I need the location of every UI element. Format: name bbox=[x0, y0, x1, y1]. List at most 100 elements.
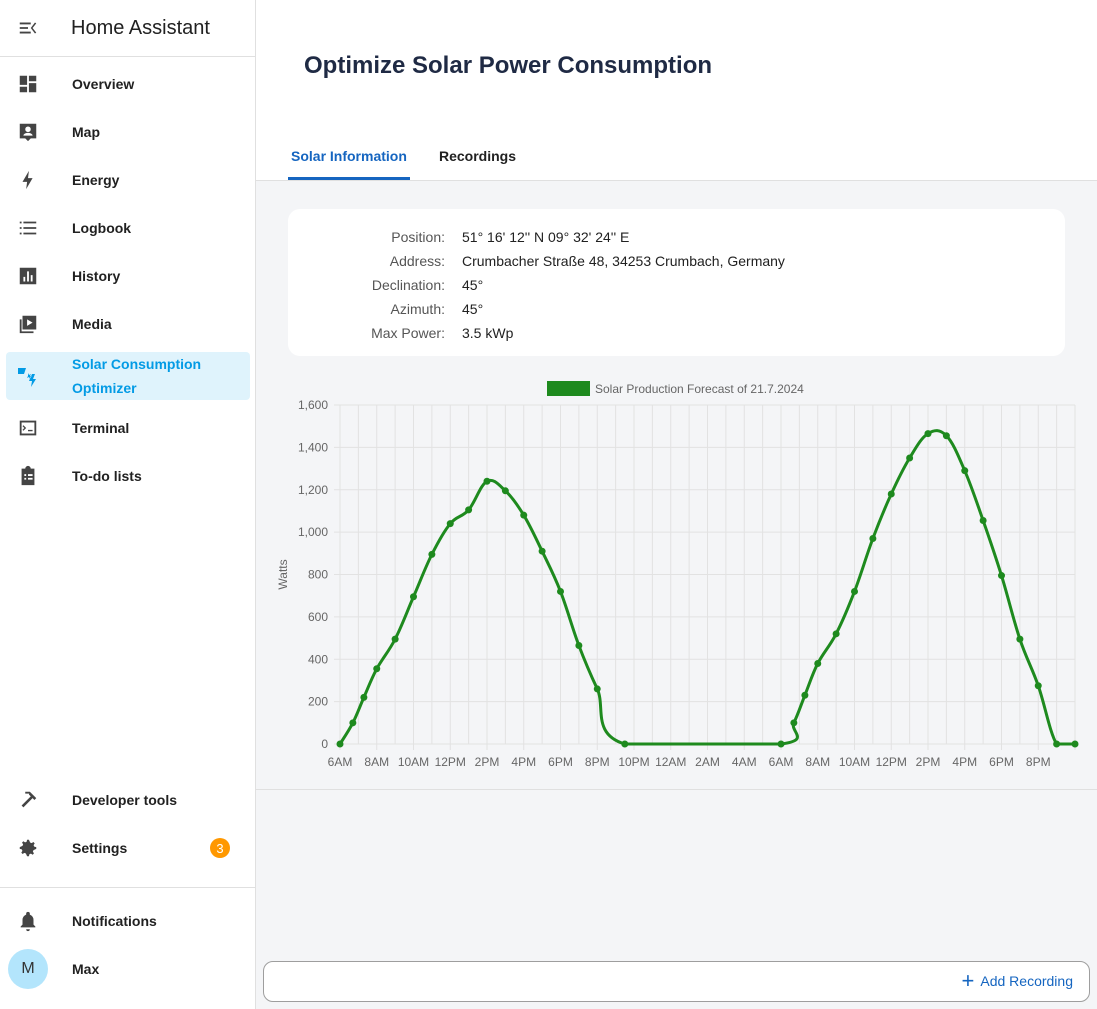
data-point bbox=[851, 587, 858, 595]
data-point bbox=[428, 550, 436, 558]
data-point bbox=[924, 430, 932, 438]
chart-divider bbox=[256, 789, 1097, 790]
sidebar-header: Home Assistant bbox=[0, 0, 255, 57]
x-tick-label: 6AM bbox=[328, 755, 353, 769]
x-tick-label: 8PM bbox=[585, 755, 610, 769]
solar-optimizer-icon bbox=[6, 364, 50, 388]
terminal-icon bbox=[6, 417, 50, 439]
data-point bbox=[906, 454, 914, 462]
sidebar-item-label: Notifications bbox=[72, 913, 157, 929]
tab-solar-information[interactable]: Solar Information bbox=[291, 148, 407, 164]
sidebar-item-notifications[interactable]: Notifications bbox=[6, 897, 250, 945]
menu-toggle-button[interactable] bbox=[0, 0, 56, 57]
data-point bbox=[869, 534, 877, 542]
sidebar-item-label: Terminal bbox=[72, 420, 130, 436]
info-row-address: Address: Crumbacher Straße 48, 34253 Cru… bbox=[288, 249, 785, 273]
x-tick-label: 6PM bbox=[548, 755, 573, 769]
x-tick-label: 2AM bbox=[695, 755, 720, 769]
x-tick-label: 12AM bbox=[655, 755, 686, 769]
x-tick-label: 4AM bbox=[732, 755, 757, 769]
data-point bbox=[801, 691, 809, 699]
data-point bbox=[360, 693, 368, 701]
avatar: M bbox=[8, 949, 48, 989]
sidebar-item-label: Settings bbox=[72, 840, 128, 856]
y-tick-label: 800 bbox=[308, 568, 328, 582]
sidebar-item-energy[interactable]: Energy bbox=[6, 156, 250, 204]
sidebar-item-label: Energy bbox=[72, 172, 120, 188]
sidebar-item-todo-lists[interactable]: To-do lists bbox=[6, 452, 250, 500]
sidebar-item-terminal[interactable]: Terminal bbox=[6, 404, 250, 452]
overview-icon bbox=[6, 73, 50, 95]
x-tick-label: 4PM bbox=[511, 755, 536, 769]
chart-svg: 0 200 400 600 800 1,000 1,200 1,400 1,600 6AM 8AM 1… bbox=[276, 381, 1079, 769]
add-recording-button[interactable]: + Add Recording bbox=[962, 970, 1073, 992]
app-title: Home Assistant bbox=[71, 16, 210, 39]
data-point bbox=[575, 641, 583, 649]
sidebar-divider bbox=[0, 887, 256, 888]
azimuth-value: 45° bbox=[462, 301, 484, 317]
menu-collapse-icon bbox=[19, 22, 37, 34]
sidebar-item-media[interactable]: Media bbox=[6, 300, 250, 348]
x-tick-label: 8AM bbox=[805, 755, 830, 769]
settings-badge: 3 bbox=[210, 838, 230, 858]
sidebar-item-solar-consumption-optimizer[interactable]: Solar Consumption Optimizer bbox=[6, 352, 250, 400]
sidebar-item-user[interactable]: M Max bbox=[6, 945, 250, 993]
sidebar-item-label: To-do lists bbox=[72, 468, 142, 484]
user-name: Max bbox=[72, 961, 100, 977]
data-point bbox=[832, 630, 840, 638]
page-title: Optimize Solar Power Consumption bbox=[304, 52, 713, 79]
sidebar-item-label: Map bbox=[72, 124, 100, 140]
media-icon bbox=[6, 313, 50, 335]
data-point bbox=[483, 477, 491, 485]
data-point bbox=[520, 511, 528, 519]
data-point bbox=[790, 719, 798, 727]
logbook-icon bbox=[6, 217, 50, 239]
data-point bbox=[1071, 740, 1079, 748]
data-point bbox=[410, 593, 417, 601]
sidebar-item-settings[interactable]: Settings 3 bbox=[6, 824, 250, 872]
sidebar-item-overview[interactable]: Overview bbox=[6, 60, 250, 108]
azimuth-label: Azimuth: bbox=[390, 301, 445, 317]
x-tick-label: 6PM bbox=[989, 755, 1014, 769]
page-header: Optimize Solar Power Consumption Solar I… bbox=[256, 0, 1097, 181]
data-point bbox=[538, 547, 546, 555]
sidebar-item-label: Logbook bbox=[72, 220, 132, 236]
y-axis-label: Watts bbox=[276, 559, 290, 589]
x-tick-label: 12PM bbox=[876, 755, 907, 769]
y-tick-label: 1,000 bbox=[298, 525, 328, 539]
data-point bbox=[336, 740, 344, 748]
max-power-label: Max Power: bbox=[371, 325, 445, 341]
y-tick-label: 200 bbox=[308, 695, 328, 709]
active-tab-indicator bbox=[288, 177, 410, 180]
bell-icon bbox=[6, 910, 50, 932]
data-point bbox=[391, 635, 399, 643]
gear-icon bbox=[6, 837, 50, 859]
sidebar-item-history[interactable]: History bbox=[6, 252, 250, 300]
y-tick-label: 1,600 bbox=[298, 398, 328, 412]
x-tick-label: 8PM bbox=[1026, 755, 1051, 769]
x-tick-label: 10PM bbox=[618, 755, 649, 769]
data-point bbox=[961, 467, 969, 475]
info-row-max-power: Max Power: 3.5 kWp bbox=[288, 321, 513, 345]
tab-recordings[interactable]: Recordings bbox=[439, 148, 516, 164]
x-tick-label: 10AM bbox=[839, 755, 870, 769]
y-tick-label: 0 bbox=[321, 737, 328, 751]
sidebar-item-developer-tools[interactable]: Developer tools bbox=[6, 776, 250, 824]
x-tick-label: 12PM bbox=[435, 755, 466, 769]
sidebar-item-label: Developer tools bbox=[72, 792, 178, 808]
sidebar-item-label: Solar Consumption Optimizer bbox=[72, 356, 202, 396]
bottom-action-bar: + Add Recording bbox=[263, 961, 1090, 1002]
address-label: Address: bbox=[389, 253, 445, 269]
y-tick-label: 1,400 bbox=[298, 440, 328, 454]
data-point bbox=[373, 665, 381, 673]
sidebar-item-map[interactable]: Map bbox=[6, 108, 250, 156]
data-point bbox=[621, 740, 629, 748]
data-point bbox=[446, 520, 454, 528]
data-point bbox=[942, 432, 950, 440]
todo-icon bbox=[6, 465, 50, 487]
data-point bbox=[1016, 635, 1024, 643]
map-icon bbox=[6, 121, 50, 143]
legend-label: Solar Production Forecast of 21.7.2024 bbox=[595, 382, 804, 396]
sidebar-item-logbook[interactable]: Logbook bbox=[6, 204, 250, 252]
x-tick-label: 2PM bbox=[916, 755, 941, 769]
